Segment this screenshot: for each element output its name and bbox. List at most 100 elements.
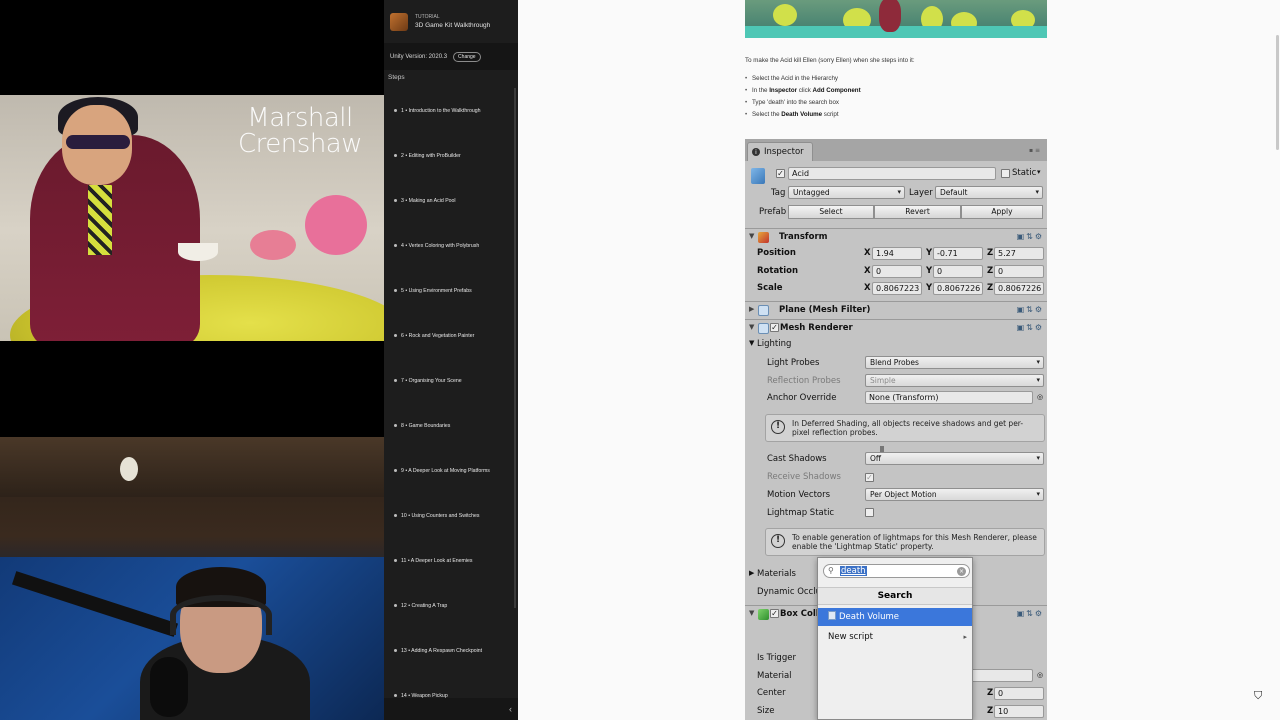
step-item[interactable]: 6 • Rock and Vegetation Painter — [394, 313, 490, 358]
step-item[interactable]: 4 • Vertex Coloring with Polybrush — [394, 223, 490, 268]
webcam-microphone — [150, 657, 188, 717]
size-z-field[interactable]: 10 — [994, 705, 1044, 718]
scale-y-field[interactable]: 0.8067226 — [933, 282, 983, 295]
expand-arrow-icon[interactable]: ▼ — [749, 609, 754, 617]
prefab-apply-button[interactable]: Apply — [961, 205, 1043, 219]
materials-foldout-arrow-icon[interactable]: ▶ — [749, 569, 754, 577]
active-checkbox[interactable]: ✓ — [776, 169, 785, 178]
screen: Marshall Crenshaw TUTORIAL 3D Game Kit W… — [0, 0, 1280, 720]
step-item[interactable]: 8 • Game Boundaries — [394, 403, 490, 448]
webcam-ceiling — [0, 437, 384, 497]
step-item[interactable]: 5 • Using Environment Prefabs — [394, 268, 490, 313]
prefab-revert-button[interactable]: Revert — [874, 205, 961, 219]
sidebar-footer: ‹ — [384, 698, 518, 720]
component-settings-icon[interactable]: ▣⇅⚙ — [1017, 232, 1044, 241]
position-z-field[interactable]: 5.27 — [994, 247, 1044, 260]
step-item[interactable]: 10 • Using Counters and Switches — [394, 493, 490, 538]
mesh-renderer-component-header[interactable]: ▼ ✓ Mesh Renderer ▣⇅⚙ — [745, 319, 1047, 336]
expand-arrow-icon[interactable]: ▼ — [749, 232, 754, 240]
lightmap-static-checkbox[interactable] — [865, 508, 874, 517]
mesh-renderer-icon — [758, 323, 769, 334]
change-version-button[interactable]: Change — [453, 51, 481, 62]
mesh-renderer-enabled-checkbox[interactable]: ✓ — [770, 323, 779, 332]
size-label: Size — [757, 706, 775, 716]
rotation-y-field[interactable]: 0 — [933, 265, 983, 278]
scale-x-field[interactable]: 0.8067223 — [872, 282, 922, 295]
step-item[interactable]: 13 • Adding A Respawn Checkpoint — [394, 628, 490, 673]
step-item[interactable]: 12 • Creating A Trap — [394, 583, 490, 628]
steps-list: 1 • Introduction to the Walkthrough 2 • E… — [394, 88, 490, 718]
shield-icon[interactable]: ⛉ — [1254, 690, 1266, 704]
tutorial-sidebar: TUTORIAL 3D Game Kit Walkthrough Unity V… — [384, 0, 518, 720]
scale-label: Scale — [757, 283, 783, 293]
new-script-option[interactable]: New script ▸ — [818, 628, 972, 646]
sidebar-scrollbar[interactable] — [514, 88, 516, 608]
transform-component-header[interactable]: ▼ Transform ▣⇅⚙ — [745, 228, 1047, 245]
instruction-bold: Inspector — [769, 87, 798, 94]
axis-z-label: Z — [987, 266, 994, 276]
lighting-foldout-arrow-icon[interactable]: ▼ — [749, 339, 754, 347]
static-label: Static — [1012, 168, 1037, 178]
layer-label: Layer — [909, 188, 933, 198]
component-settings-icon[interactable]: ▣⇅⚙ — [1017, 609, 1044, 618]
cast-shadows-dropdown[interactable]: Off — [865, 452, 1044, 465]
component-settings-icon[interactable]: ▣⇅⚙ — [1017, 323, 1044, 332]
sidebar-header-kicker: TUTORIAL — [415, 13, 440, 20]
tag-dropdown[interactable]: Untagged — [788, 186, 905, 199]
motion-vectors-dropdown[interactable]: Per Object Motion — [865, 488, 1044, 501]
static-checkbox[interactable] — [1001, 169, 1010, 178]
collapse-sidebar-icon[interactable]: ‹ — [509, 704, 512, 714]
expand-arrow-icon[interactable]: ▼ — [749, 323, 754, 331]
prefab-select-button[interactable]: Select — [788, 205, 874, 219]
death-volume-option[interactable]: Death Volume — [818, 608, 972, 626]
tab-inspector[interactable]: i Inspector — [747, 142, 813, 161]
step-label: 9 • A Deeper Look at Moving Platforms — [401, 467, 490, 474]
rotation-z-field[interactable]: 0 — [994, 265, 1044, 278]
step-bullet-icon — [394, 694, 397, 697]
light-probes-label: Light Probes — [767, 358, 820, 368]
clear-search-icon[interactable]: × — [957, 567, 966, 576]
page-scrollbar[interactable] — [1276, 35, 1279, 150]
rotation-x-field[interactable]: 0 — [872, 265, 922, 278]
step-item[interactable]: 7 • Organising Your Scene — [394, 358, 490, 403]
mesh-filter-component-header[interactable]: ▶ Plane (Mesh Filter) ▣⇅⚙ — [745, 301, 1047, 318]
chevron-down-icon[interactable]: ▾ — [1037, 168, 1041, 176]
anchor-override-field[interactable]: None (Transform) — [865, 391, 1033, 404]
receive-shadows-checkbox[interactable]: ✓ — [865, 473, 874, 482]
step-item[interactable]: 3 • Making an Acid Pool — [394, 178, 490, 223]
position-x-field[interactable]: 1.94 — [872, 247, 922, 260]
expand-arrow-icon[interactable]: ▶ — [749, 305, 754, 313]
instruction-item: In the Inspector click Add Component — [745, 85, 1055, 97]
object-picker-icon[interactable]: ◎ — [1037, 393, 1043, 401]
light-probes-dropdown[interactable]: Blend Probes — [865, 356, 1044, 369]
article-body: To make the Acid kill Ellen (sorry Ellen… — [745, 56, 1055, 121]
lighting-foldout-label[interactable]: Lighting — [757, 339, 791, 349]
component-settings-icon[interactable]: ▣⇅⚙ — [1017, 305, 1044, 314]
sidebar-header[interactable]: TUTORIAL 3D Game Kit Walkthrough — [384, 0, 518, 43]
step-item[interactable]: 1 • Introduction to the Walkthrough — [394, 88, 490, 133]
object-picker-icon[interactable]: ◎ — [1037, 671, 1043, 679]
position-y-field[interactable]: -0.71 — [933, 247, 983, 260]
lock-icon[interactable]: ▪ ≡ — [1029, 147, 1043, 155]
popup-header: Search — [818, 587, 972, 605]
step-item[interactable]: 11 • A Deeper Look at Enemies — [394, 538, 490, 583]
new-script-label: New script — [828, 632, 873, 642]
axis-z-label: Z — [987, 688, 994, 698]
center-z-field[interactable]: 0 — [994, 687, 1044, 700]
layer-dropdown[interactable]: Default — [935, 186, 1043, 199]
axis-x-label: X — [864, 248, 871, 258]
step-item[interactable]: 2 • Editing with ProBuilder — [394, 133, 490, 178]
hero-character — [879, 0, 901, 32]
step-item[interactable]: 9 • A Deeper Look at Moving Platforms — [394, 448, 490, 493]
component-search-input[interactable]: ⚲ death × — [823, 564, 970, 578]
reflection-probes-dropdown[interactable]: Simple — [865, 374, 1044, 387]
step-label: 7 • Organising Your Scene — [401, 377, 462, 384]
box-collider-enabled-checkbox[interactable]: ✓ — [770, 609, 779, 618]
album-title-line1: Marshall — [247, 103, 353, 133]
object-name-field[interactable]: Acid — [788, 167, 996, 180]
collider-material-label: Material — [757, 671, 792, 681]
collider-material-field[interactable] — [971, 669, 1033, 682]
scale-z-field[interactable]: 0.8067226 — [994, 282, 1044, 295]
materials-foldout-label[interactable]: Materials — [757, 569, 796, 579]
cube-icon — [751, 168, 765, 184]
